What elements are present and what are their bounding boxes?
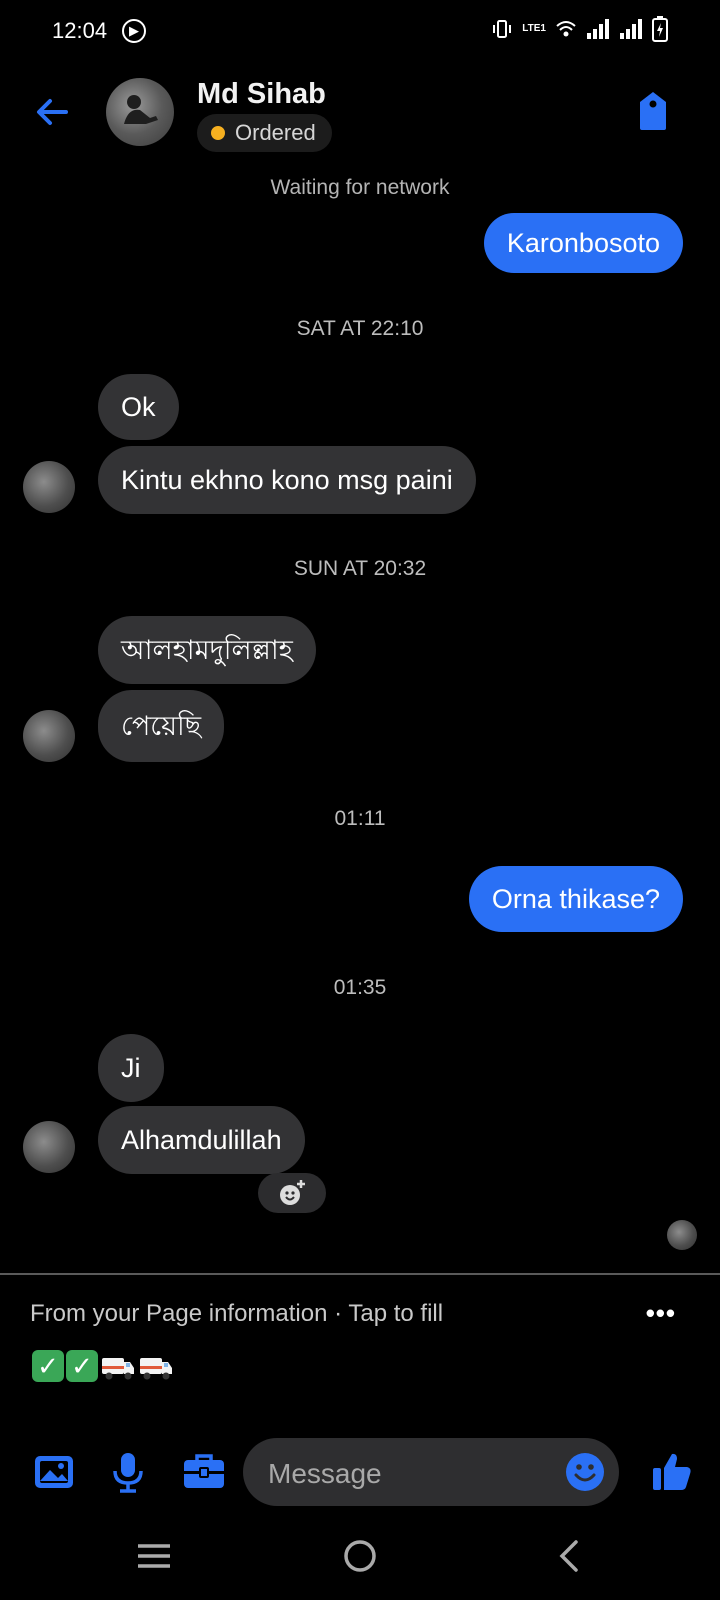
- network-notice: Waiting for network: [270, 176, 450, 199]
- wifi-icon: [556, 21, 576, 37]
- message-input[interactable]: Message: [243, 1438, 619, 1506]
- contact-name[interactable]: Md Sihab: [197, 78, 326, 111]
- more-options-icon[interactable]: •••: [646, 1298, 676, 1329]
- home-icon[interactable]: [340, 1536, 380, 1576]
- timestamp: SAT AT 22:10: [296, 317, 424, 340]
- incoming-message[interactable]: পেয়েছি: [98, 690, 225, 762]
- composer-divider: [0, 1273, 720, 1275]
- label-status-badge[interactable]: Ordered: [197, 114, 332, 152]
- add-reaction-icon: [280, 1180, 305, 1205]
- read-receipt-avatar: [667, 1220, 697, 1250]
- outgoing-message[interactable]: Orna thikase?: [468, 866, 683, 932]
- page-info-suggestion[interactable]: From your Page information · Tap to fill: [30, 1300, 443, 1328]
- timestamp: SUN AT 20:32: [293, 557, 427, 580]
- system-back-icon[interactable]: [554, 1536, 584, 1576]
- person-silhouette-icon: [124, 95, 158, 124]
- contact-avatar[interactable]: [106, 78, 174, 146]
- briefcase-icon[interactable]: [182, 1450, 226, 1494]
- menu-icon[interactable]: [134, 1536, 174, 1576]
- incoming-message[interactable]: আলহামদুলিল্লাহ: [98, 616, 316, 684]
- conversation-header: Md Sihab Ordered: [0, 62, 720, 172]
- lte-label: LTE1: [522, 23, 546, 34]
- message-placeholder: Message: [268, 1458, 382, 1489]
- delivery-truck-icon: [140, 1358, 172, 1380]
- check-mark-icon: ✓: [66, 1350, 98, 1382]
- status-time: 12:04: [52, 18, 108, 43]
- suggestion-emojis[interactable]: ✓ ✓: [32, 1350, 174, 1382]
- delivery-truck-icon: [102, 1358, 134, 1380]
- add-reaction-button[interactable]: [258, 1173, 326, 1213]
- vibrate-icon: [493, 20, 512, 38]
- contact-avatar-small: [23, 1121, 75, 1173]
- incoming-message[interactable]: Alhamdulillah: [98, 1106, 305, 1174]
- status-icons: LTE1: [491, 16, 668, 42]
- thumbs-up-icon[interactable]: [650, 1450, 694, 1494]
- mic-icon[interactable]: [106, 1450, 150, 1494]
- back-arrow-icon[interactable]: [30, 90, 74, 134]
- check-mark-icon: ✓: [32, 1350, 64, 1382]
- signal-1-icon: [587, 19, 609, 39]
- label-status-text: Ordered: [235, 120, 316, 145]
- incoming-message[interactable]: Kintu ekhno kono msg paini: [98, 446, 476, 514]
- battery-charging-icon: [652, 16, 668, 42]
- emoji-icon[interactable]: [565, 1452, 605, 1492]
- navigation-indicator-icon: ▶: [122, 19, 146, 43]
- contact-avatar-small: [23, 710, 75, 762]
- status-dot-icon: [211, 126, 225, 140]
- timestamp: 01:11: [334, 807, 386, 830]
- message-composer: Message: [0, 1436, 720, 1506]
- status-bar: 12:04 ▶ LTE1: [0, 0, 720, 62]
- timestamp: 01:35: [333, 976, 387, 999]
- contact-avatar-small: [23, 461, 75, 513]
- system-navigation-bar: [0, 1520, 720, 1600]
- incoming-message[interactable]: Ok: [98, 374, 179, 440]
- tag-icon[interactable]: [636, 90, 670, 132]
- image-icon[interactable]: [32, 1450, 76, 1494]
- signal-2-icon: [620, 19, 642, 39]
- incoming-message[interactable]: Ji: [98, 1034, 164, 1102]
- outgoing-message[interactable]: Karonbosoto: [483, 213, 683, 273]
